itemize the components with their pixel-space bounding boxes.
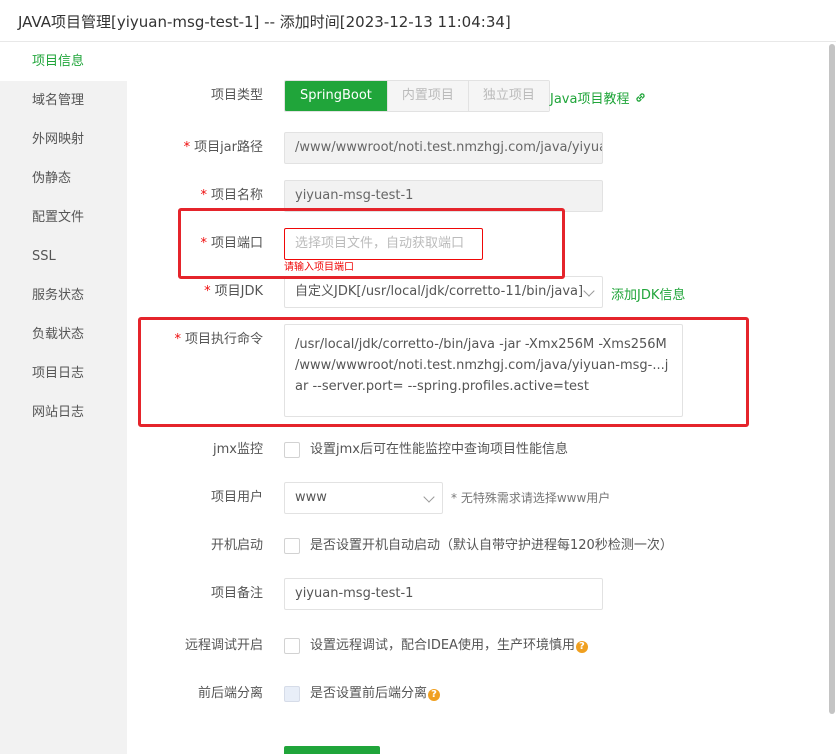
label-jar-path-text: 项目jar路径 — [194, 140, 263, 155]
help-icon[interactable]: ? — [428, 689, 441, 701]
highlight-box-port — [178, 208, 565, 279]
label-project-jdk-text: 项目JDK — [214, 284, 263, 299]
project-jdk-value: 自定义JDK[/usr/local/jdk/corretto-11/bin/ja… — [295, 284, 584, 299]
dialog-titlebar: JAVA项目管理[yiyuan-msg-test-1] -- 添加时间[2023… — [0, 0, 836, 42]
chevron-down-icon — [423, 491, 435, 503]
sidebar-item-ssl[interactable]: SSL — [0, 237, 127, 276]
jmx-description: 设置jmx后可在性能监控中查询项目性能信息 — [310, 442, 568, 457]
sidebar-item-external-mapping[interactable]: 外网映射 — [0, 120, 127, 159]
sidebar-item-config-file[interactable]: 配置文件 — [0, 198, 127, 237]
label-jar-path: * 项目jar路径 — [123, 140, 263, 156]
frontend-separation-text: 是否设置前后端分离 — [310, 686, 428, 701]
label-project-user: 项目用户 — [210, 490, 263, 505]
highlight-box-command — [138, 317, 749, 427]
autostart-description: 是否设置开机自动启动（默认自带守护进程每120秒检测一次） — [310, 538, 673, 553]
sidebar-item-service-status[interactable]: 服务状态 — [0, 276, 127, 315]
dialog-title: JAVA项目管理[yiyuan-msg-test-1] -- 添加时间[2023… — [18, 13, 511, 31]
autostart-checkbox[interactable] — [284, 538, 300, 554]
sidebar-item-rewrite[interactable]: 伪静态 — [0, 159, 127, 198]
frontend-separation-checkbox[interactable] — [284, 686, 300, 702]
project-type-springboot[interactable]: SpringBoot — [285, 81, 387, 111]
project-user-value: www — [295, 490, 327, 505]
jar-path-input[interactable]: /www/wwwroot/noti.test.nmzhgj.com/java/y… — [284, 132, 603, 164]
sidebar-item-project-log[interactable]: 项目日志 — [0, 354, 127, 393]
remote-debug-checkbox[interactable] — [284, 638, 300, 654]
project-type-segmented: SpringBoot 内置项目 独立项目 — [284, 80, 550, 112]
required-mark: * — [204, 284, 211, 299]
sidebar-item-site-log[interactable]: 网站日志 — [0, 393, 127, 432]
chevron-down-icon — [583, 285, 595, 297]
label-remark: 项目备注 — [210, 586, 263, 601]
label-project-name-text: 项目名称 — [210, 188, 263, 203]
sidebar-item-load-status[interactable]: 负载状态 — [0, 315, 127, 354]
project-jdk-select[interactable]: 自定义JDK[/usr/local/jdk/corretto-11/bin/ja… — [284, 276, 603, 308]
jmx-checkbox[interactable] — [284, 442, 300, 458]
java-tutorial-link[interactable]: Java项目教程 — [550, 88, 647, 107]
frontend-separation-description: 是否设置前后端分离? — [310, 686, 441, 702]
label-frontend-separation: 前后端分离 — [197, 686, 263, 701]
add-jdk-link[interactable]: 添加JDK信息 — [611, 284, 685, 303]
label-project-jdk: * 项目JDK — [123, 284, 263, 300]
required-mark: * — [200, 188, 207, 203]
project-type-builtin[interactable]: 内置项目 — [386, 81, 468, 111]
remark-input[interactable]: yiyuan-msg-test-1 — [284, 578, 603, 610]
label-project-type: 项目类型 — [210, 88, 263, 103]
label-remote-debug: 远程调试开启 — [184, 638, 263, 653]
sidebar: 项目信息 域名管理 外网映射 伪静态 配置文件 SSL 服务状态 负载状态 项目… — [0, 42, 127, 754]
remote-debug-text: 设置远程调试，配合IDEA使用，生产环境慎用 — [310, 638, 575, 653]
label-autostart: 开机启动 — [210, 538, 263, 553]
project-user-select[interactable]: www — [284, 482, 443, 514]
project-user-hint: * 无特殊需求请选择www用户 — [451, 491, 611, 505]
sidebar-item-project-info[interactable]: 项目信息 — [0, 42, 127, 81]
external-link-icon — [636, 93, 646, 102]
scrollbar-thumb[interactable] — [829, 44, 835, 714]
submit-button[interactable] — [284, 746, 380, 754]
label-jmx: jmx监控 — [213, 442, 263, 457]
required-mark: * — [183, 140, 191, 155]
project-type-standalone[interactable]: 独立项目 — [467, 81, 549, 111]
remote-debug-description: 设置远程调试，配合IDEA使用，生产环境慎用? — [310, 638, 588, 654]
label-project-name: * 项目名称 — [123, 188, 263, 204]
help-icon[interactable]: ? — [575, 641, 588, 653]
sidebar-item-domain[interactable]: 域名管理 — [0, 81, 127, 120]
java-tutorial-label: Java项目教程 — [550, 92, 630, 107]
